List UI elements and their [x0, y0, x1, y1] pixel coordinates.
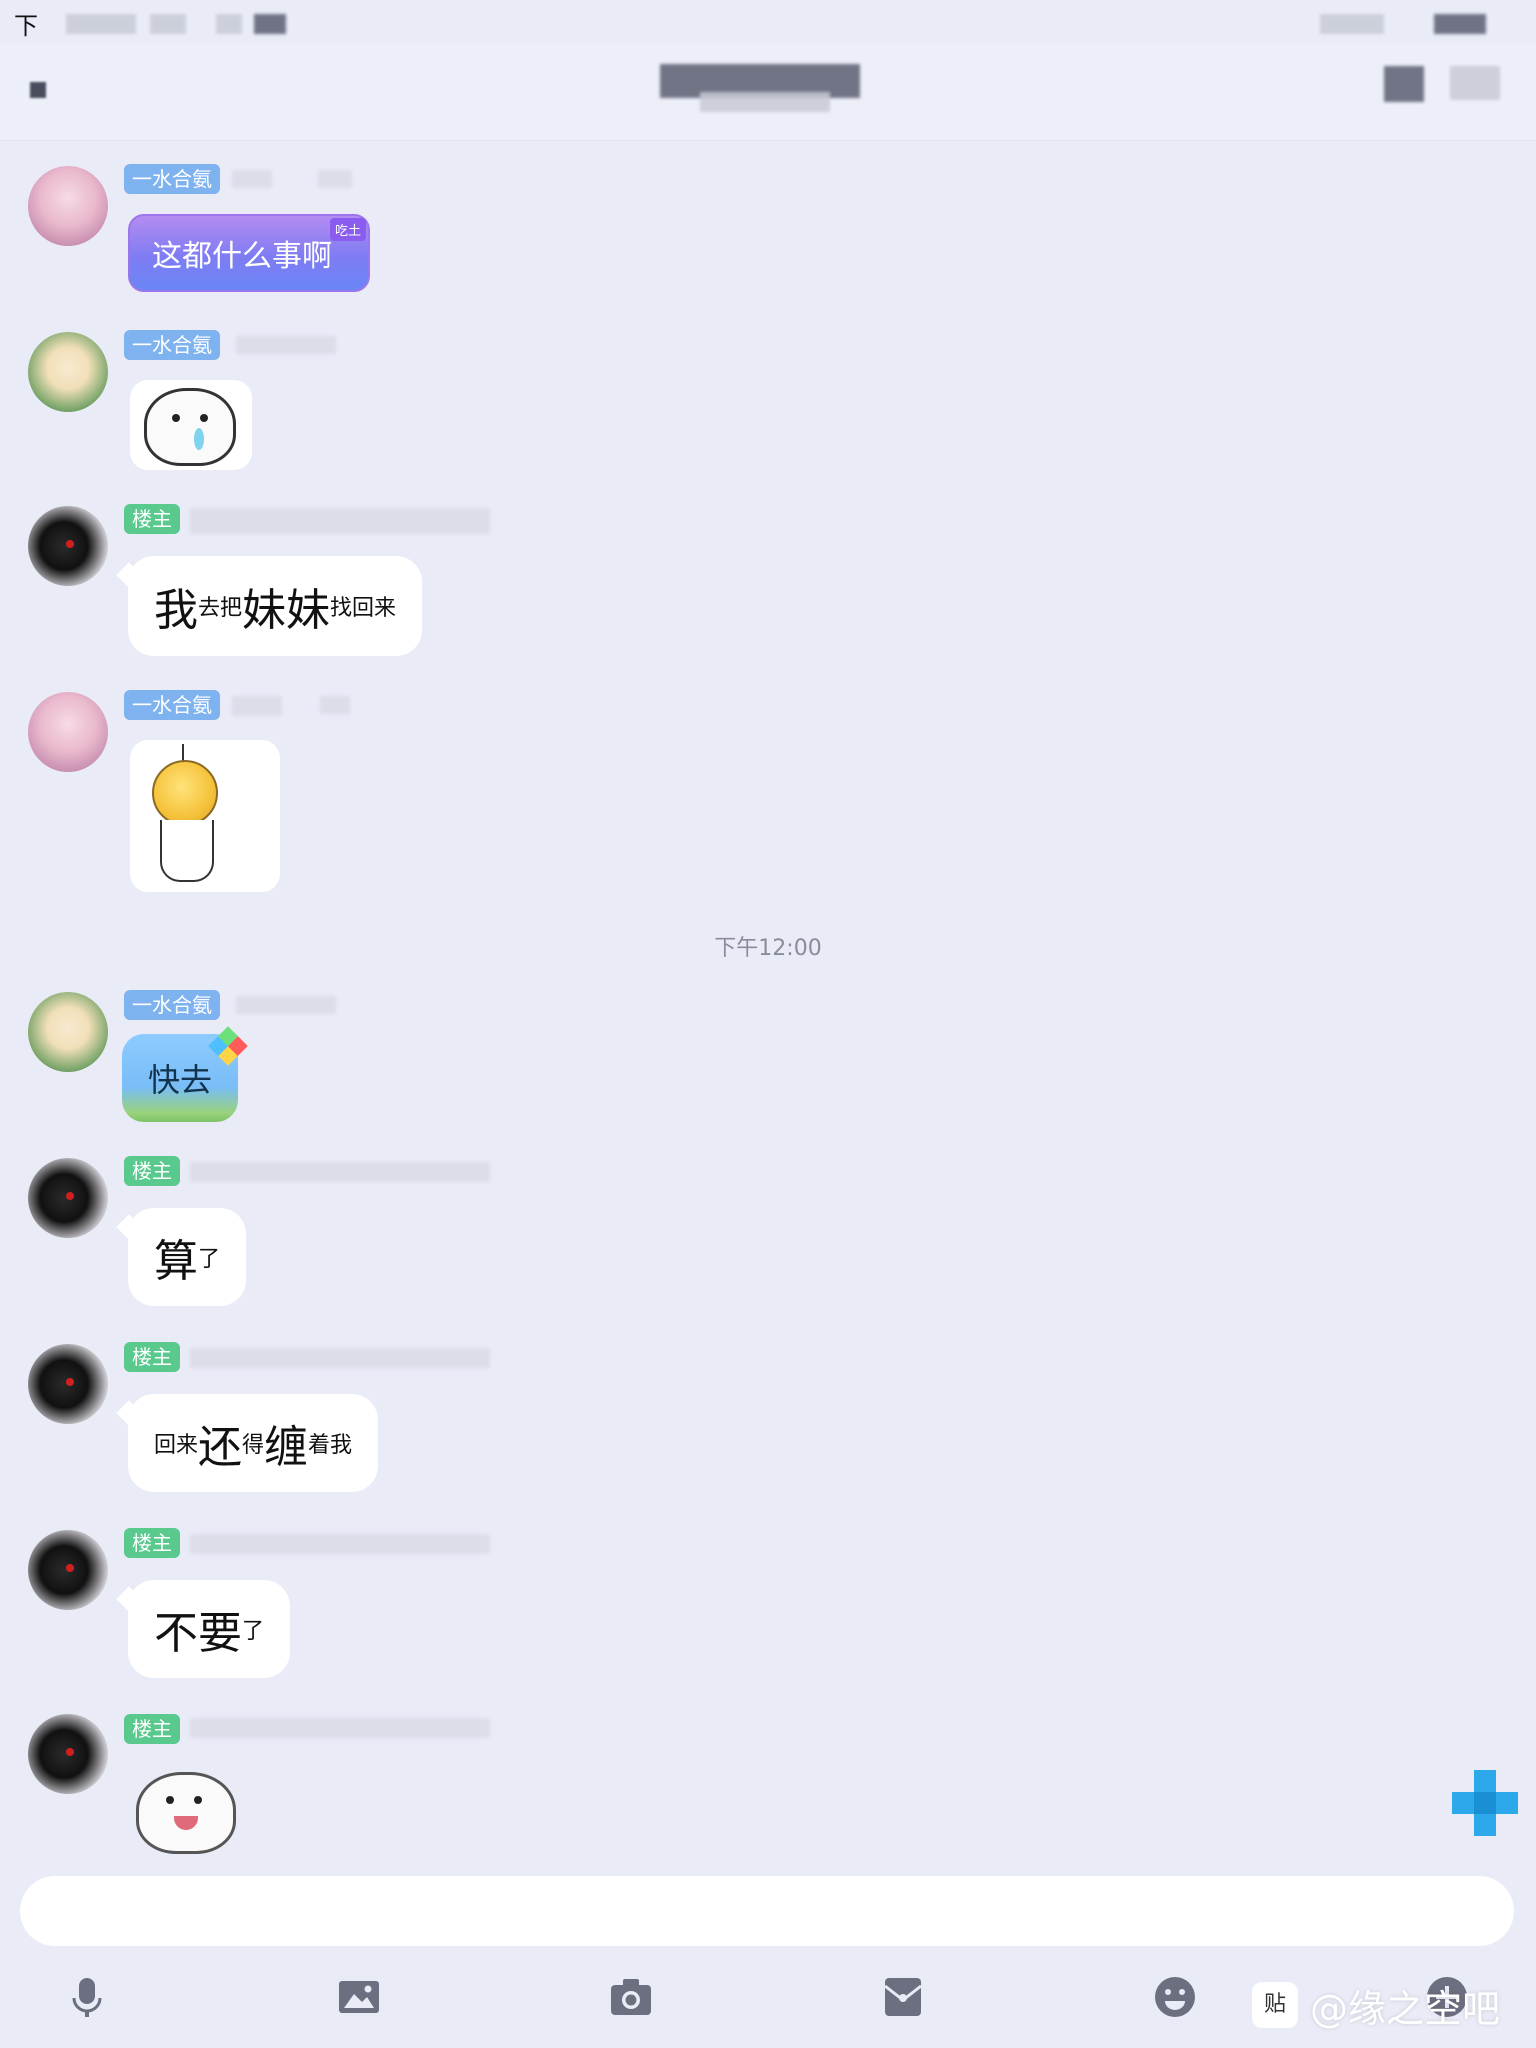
- username-blurred: [232, 696, 282, 716]
- avatar[interactable]: [28, 506, 108, 586]
- status-bar: 下: [0, 0, 1536, 44]
- input-toolbar: [0, 1960, 1536, 2048]
- status-blurred: [254, 14, 286, 34]
- floating-assistant-icon[interactable]: [1452, 1770, 1518, 1836]
- message-text: 我: [330, 1433, 353, 1458]
- tieba-logo: 贴: [1252, 1982, 1298, 2028]
- status-blurred: [1320, 14, 1384, 34]
- hanging-ball-sticker[interactable]: [130, 740, 280, 892]
- laughing-bear-sticker[interactable]: [130, 1766, 240, 1856]
- battery-icon: [1434, 14, 1486, 34]
- username-blurred: [190, 1534, 490, 1554]
- message-text: 去把: [198, 596, 243, 621]
- status-time: 下: [14, 12, 38, 40]
- avatar[interactable]: [28, 332, 108, 412]
- envelope-icon[interactable]: [880, 1974, 926, 2020]
- username-blurred: [190, 1718, 490, 1738]
- message-bubble[interactable]: 这都什么事啊 吃土: [128, 214, 370, 292]
- message-text: 了: [242, 1619, 265, 1644]
- message-bubble[interactable]: 我 去把 妹妹 找回来: [128, 556, 423, 656]
- microphone-icon[interactable]: [64, 1974, 110, 2020]
- user-tag: 一水合氨: [124, 690, 220, 720]
- message-text: 这都什么事啊: [152, 239, 332, 274]
- message-input[interactable]: [20, 1876, 1514, 1946]
- message-text: 得: [242, 1433, 265, 1458]
- camera-icon[interactable]: [608, 1974, 654, 2020]
- bubble-badge: 吃土: [329, 218, 366, 241]
- chat-subtitle: [700, 92, 830, 112]
- avatar[interactable]: [28, 1530, 108, 1610]
- crying-bear-sticker[interactable]: [130, 380, 252, 470]
- status-blurred: [66, 14, 136, 34]
- message-bubble[interactable]: 算 了: [128, 1208, 247, 1306]
- avatar[interactable]: [28, 1158, 108, 1238]
- more-icon[interactable]: [1450, 66, 1500, 100]
- image-icon[interactable]: [336, 1974, 382, 2020]
- message-text: 回来: [154, 1433, 199, 1458]
- message-text: 我: [154, 585, 198, 636]
- username-blurred: [320, 696, 350, 714]
- owner-tag: 楼主: [124, 1156, 180, 1186]
- avatar[interactable]: [28, 166, 108, 246]
- username-blurred: [318, 170, 352, 188]
- group-members-icon[interactable]: [1384, 66, 1424, 102]
- status-blurred: [150, 14, 186, 34]
- owner-tag: 楼主: [124, 504, 180, 534]
- message-text: 缠: [264, 1422, 309, 1473]
- status-blurred: [216, 14, 242, 34]
- username-blurred: [236, 996, 336, 1014]
- message-text: 了: [198, 1247, 221, 1272]
- avatar[interactable]: [28, 1714, 108, 1794]
- message-bubble[interactable]: 不要 了: [128, 1580, 291, 1678]
- avatar[interactable]: [28, 1344, 108, 1424]
- message-text: 快去: [147, 1061, 212, 1099]
- user-tag: 一水合氨: [124, 164, 220, 194]
- watermark-text: @缘之空吧: [1310, 1987, 1501, 2031]
- username-blurred: [236, 336, 336, 354]
- user-tag: 一水合氨: [124, 330, 220, 360]
- message-text: 算: [154, 1236, 198, 1287]
- message-text: 着: [308, 1433, 331, 1458]
- avatar[interactable]: [28, 992, 108, 1072]
- owner-tag: 楼主: [124, 1342, 180, 1372]
- username-blurred: [190, 508, 490, 534]
- message-text: 还: [198, 1422, 243, 1473]
- owner-tag: 楼主: [124, 1528, 180, 1558]
- username-blurred: [190, 1348, 490, 1368]
- back-icon[interactable]: [30, 82, 46, 98]
- user-tag: 一水合氨: [124, 990, 220, 1020]
- message-text: 找回来: [330, 596, 397, 621]
- avatar[interactable]: [28, 692, 108, 772]
- username-blurred: [232, 170, 272, 188]
- emoji-icon[interactable]: [1152, 1974, 1198, 2020]
- message-text: 妹妹: [242, 585, 331, 636]
- username-blurred: [190, 1162, 490, 1182]
- owner-tag: 楼主: [124, 1714, 180, 1744]
- navigation-bar: [0, 44, 1536, 141]
- message-bubble[interactable]: 回来 还 得 缠 着 我: [128, 1394, 379, 1492]
- timestamp: 下午12:00: [714, 936, 822, 961]
- message-text: 不要: [154, 1608, 242, 1659]
